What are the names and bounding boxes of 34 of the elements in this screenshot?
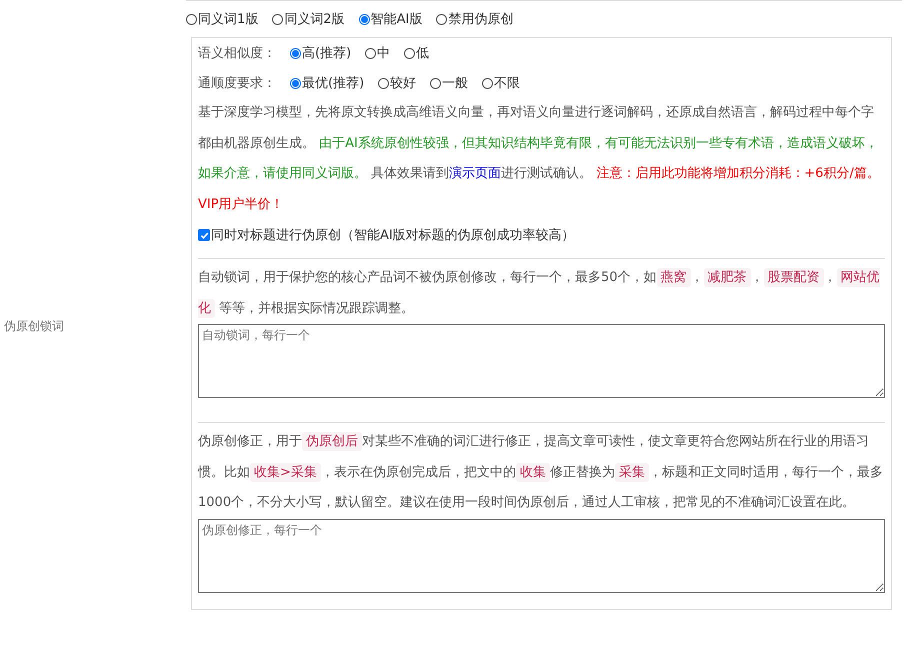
ai-description: 基于深度学习模型，先将原文转换成高维语义向量，再对语义向量进行逐词解码，还原成自然语言，解码过程中每个字都由机器原创生成。 由于AI系统原创性较强，但其知识结构毕竟有限，有可能无法识别一些专有术语，造成语义破坏，如果介意，请使用同义词版。 具体效果请到演示页面进行测试确认。 注意：启用此功能将增加积分消耗：+6积分/篇。VIP用户半价！ bbox=[198, 104, 881, 214]
radio-option[interactable]: 高(推荐) bbox=[290, 44, 352, 62]
radio-option[interactable]: 同义词1版 bbox=[186, 10, 258, 28]
radio-button[interactable] bbox=[272, 14, 284, 24]
correction-description: 伪原创修正，用于 伪原创后 对某些不准确的词汇进行修正，提高文章可读性，使文章更符合您网站所在行业的用语习惯。比如 收集>采集 ，表示在伪原创完成后，把文中的 收集 修正替换为 采集 ，标题和正文同时适用，每行一个，最多1000个，不分大小写，默认留空。建议在使用一段时间伪原创后，通过人工审核，把常见的不准确词汇设置在此。 bbox=[198, 431, 884, 512]
radio-option[interactable]: 一般 bbox=[430, 74, 468, 92]
lock-words-field[interactable]: 自动锁词，每行一个 bbox=[198, 324, 885, 398]
lock-words-description: 自动锁词，用于保护您的核心产品词不被伪原创修改，每行一个，最多50个，如 燕窝 ， 减肥茶 ， 股票配资 ， 网站优化 等等，并根据实际情况跟踪调整。 bbox=[198, 267, 881, 320]
radio-option[interactable]: 不限 bbox=[482, 74, 520, 92]
radio-button[interactable] bbox=[430, 78, 442, 88]
radio-button[interactable] bbox=[358, 14, 370, 24]
radio-option[interactable]: 中 bbox=[365, 44, 390, 62]
title-option-checkbox[interactable]: 同时对标题进行伪原创（智能AI版对标题的伪原创成功率较高） bbox=[198, 220, 885, 250]
radio-option[interactable]: 低 bbox=[404, 44, 430, 62]
lock-words-label: 伪原创锁词 bbox=[3, 318, 65, 335]
radio-option[interactable]: 智能AI版 bbox=[358, 10, 422, 28]
radio-button[interactable] bbox=[186, 14, 197, 24]
radio-button[interactable] bbox=[365, 48, 376, 58]
fluency-label: 通顺度要求： bbox=[198, 75, 276, 92]
radio-button[interactable] bbox=[290, 48, 301, 58]
radio-button[interactable] bbox=[436, 14, 448, 24]
radio-button[interactable] bbox=[404, 48, 416, 58]
check-icon bbox=[200, 230, 208, 240]
checkbox[interactable] bbox=[198, 229, 210, 241]
radio-option[interactable]: 较好 bbox=[378, 74, 416, 92]
similarity-label: 语义相似度： bbox=[198, 45, 276, 62]
correction-field[interactable]: 伪原创修正，每行一个 bbox=[198, 518, 885, 592]
radio-option[interactable]: 同义词2版 bbox=[272, 10, 345, 28]
radio-button[interactable] bbox=[378, 78, 390, 88]
radio-option[interactable]: 最优(推荐) bbox=[290, 74, 364, 92]
radio-button[interactable] bbox=[290, 78, 301, 88]
radio-button[interactable] bbox=[482, 78, 494, 88]
radio-option[interactable]: 禁用伪原创 bbox=[436, 10, 514, 28]
demo-page-link[interactable]: 演示页面 bbox=[449, 166, 502, 181]
